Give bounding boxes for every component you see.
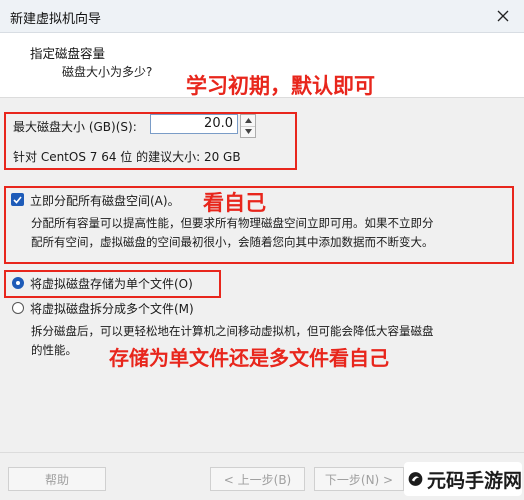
split-description: 拆分磁盘后，可以更轻松地在计算机之间移动虚拟机，但可能会降低大容量磁盘 的性能。: [31, 322, 434, 360]
multi-file-label[interactable]: 将虚拟磁盘拆分成多个文件(M): [30, 300, 194, 317]
disk-size-label: 最大磁盘大小 (GB)(S):: [13, 120, 137, 134]
next-button[interactable]: 下一步(N) >: [314, 467, 404, 491]
spin-down-button[interactable]: [241, 126, 255, 137]
split-description-line: 拆分磁盘后，可以更轻松地在计算机之间移动虚拟机，但可能会降低大容量磁盘: [31, 324, 434, 338]
help-button[interactable]: 帮助: [8, 467, 106, 491]
footer-divider: [0, 452, 524, 453]
disk-size-input[interactable]: 20.0: [150, 114, 238, 134]
recommended-size-text: 针对 CentOS 7 64 位 的建议大小: 20 GB: [13, 150, 241, 164]
title-bar: 新建虚拟机向导: [0, 0, 524, 33]
window-title: 新建虚拟机向导: [10, 12, 102, 27]
multi-file-radio[interactable]: [12, 302, 24, 314]
allocate-description-line: 配所有空间，虚拟磁盘的空间最初很小，会随着您向其中添加数据而不断变大。: [31, 235, 434, 249]
allocate-all-checkbox[interactable]: [11, 193, 24, 206]
allocate-all-label[interactable]: 立即分配所有磁盘空间(A)。: [30, 192, 180, 209]
single-file-radio[interactable]: [12, 277, 24, 289]
watermark-text: 元码手游网: [426, 469, 522, 492]
split-description-line: 的性能。: [31, 343, 77, 357]
site-watermark: 元码手游网: [404, 462, 522, 496]
single-file-label[interactable]: 将虚拟磁盘存储为单个文件(O): [30, 275, 193, 292]
close-button[interactable]: [492, 5, 514, 27]
header-subtitle: 磁盘大小为多少?: [62, 65, 153, 79]
disk-size-spinner: [240, 114, 256, 138]
check-icon: [13, 195, 22, 204]
annotation-self-choice: 看自己: [203, 191, 266, 215]
allocate-description-line: 分配所有容量可以提高性能，但要求所有物理磁盘空间立即可用。如果不立即分: [31, 216, 434, 230]
chevron-up-icon: [244, 118, 252, 123]
close-icon: [497, 10, 509, 22]
watermark-logo-icon: [408, 472, 423, 486]
annotation-default: 学习初期，默认即可: [186, 74, 375, 98]
back-button[interactable]: < 上一步(B): [210, 467, 305, 491]
allocate-description: 分配所有容量可以提高性能，但要求所有物理磁盘空间立即可用。如果不立即分 配所有空…: [31, 214, 434, 252]
chevron-down-icon: [244, 129, 252, 134]
header-title: 指定磁盘容量: [30, 46, 106, 61]
